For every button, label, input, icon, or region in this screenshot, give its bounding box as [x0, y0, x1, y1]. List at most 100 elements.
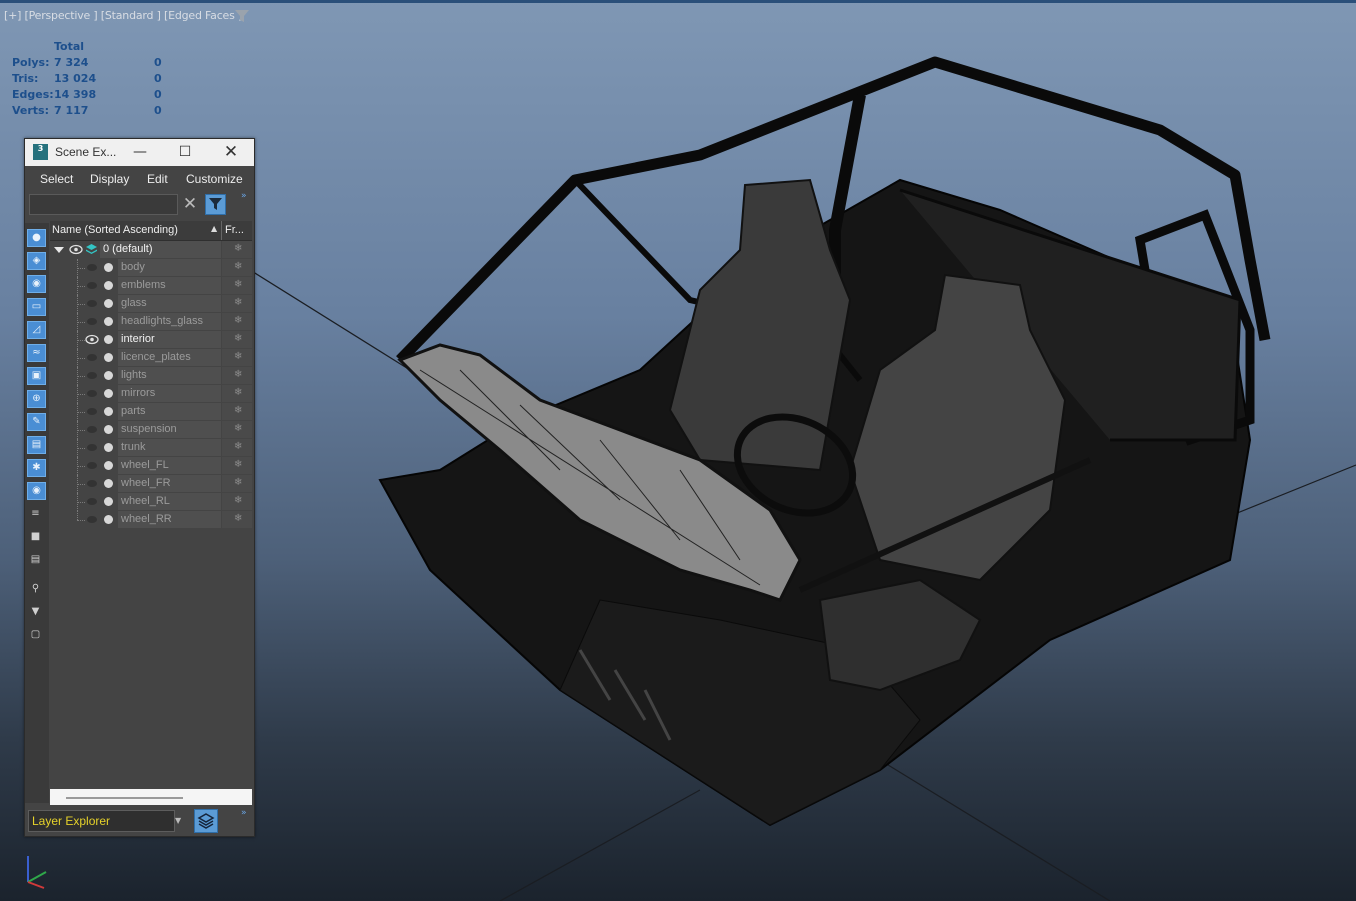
eye-hidden-icon[interactable] — [87, 282, 97, 289]
layer-row-licence_plates[interactable]: licence_plates ❄ — [50, 349, 252, 367]
selection-sets-icon[interactable]: ▢ — [27, 627, 46, 645]
toolbar-glyph: ✎ — [32, 416, 41, 427]
eye-icon[interactable] — [85, 334, 99, 345]
maximize-button[interactable]: ☐ — [165, 139, 205, 166]
layer-row-wheel_RR[interactable]: wheel_RR ❄ — [50, 511, 252, 529]
layer-row-body[interactable]: body ❄ — [50, 259, 252, 277]
freeze-icon[interactable]: ❄ — [234, 405, 242, 416]
horizontal-scrollbar[interactable] — [50, 789, 252, 805]
layer-row-headlights_glass[interactable]: headlights_glass ❄ — [50, 313, 252, 331]
freeze-icon[interactable]: ❄ — [234, 315, 242, 326]
eye-hidden-icon[interactable] — [87, 444, 97, 451]
geometry-filter-icon[interactable]: ● — [27, 229, 46, 247]
column-divider[interactable] — [221, 221, 222, 240]
layer-label: mirrors — [121, 387, 156, 399]
eye-hidden-icon[interactable] — [87, 480, 97, 487]
collapse-arrow-icon[interactable] — [54, 245, 64, 255]
scene-explorer-window[interactable]: 3 Scene Ex... — ☐ ✕ Select Display Edit … — [24, 138, 255, 837]
toolbar-glyph: ⊕ — [32, 393, 41, 404]
menu-display[interactable]: Display — [90, 172, 129, 186]
eye-hidden-icon[interactable] — [87, 462, 97, 469]
freeze-icon[interactable]: ❄ — [234, 261, 242, 272]
eye-hidden-icon[interactable] — [87, 516, 97, 523]
freeze-icon[interactable]: ❄ — [234, 333, 242, 344]
containers-filter-icon[interactable]: ▤ — [27, 436, 46, 454]
toolbar-glyph: ▼ — [31, 606, 40, 617]
eye-hidden-icon[interactable] — [87, 354, 97, 361]
eye-hidden-icon[interactable] — [87, 264, 97, 271]
bones-filter-icon[interactable]: ✎ — [27, 413, 46, 431]
expand-toolbar-icon[interactable]: » — [241, 191, 247, 201]
window-title: Scene Ex... — [55, 145, 117, 159]
freeze-icon[interactable]: ❄ — [234, 243, 242, 254]
viewport-label[interactable]: [+] [Perspective ] [Standard ] [Edged Fa… — [4, 9, 242, 22]
menu-edit[interactable]: Edit — [147, 172, 168, 186]
layer-row-trunk[interactable]: trunk ❄ — [50, 439, 252, 457]
object-dot-icon — [104, 299, 113, 308]
display-none-icon[interactable]: ■ — [27, 529, 46, 547]
freeze-icon[interactable]: ❄ — [234, 387, 242, 398]
column-name-header[interactable]: Name (Sorted Ascending) — [52, 224, 178, 236]
layer-tree[interactable]: Name (Sorted Ascending) ▲ Fr... 0 (defau… — [50, 221, 252, 805]
spacewarps-filter-icon[interactable]: ≈ — [27, 344, 46, 362]
window-title-bar[interactable]: 3 Scene Ex... — ☐ ✕ — [25, 139, 254, 166]
filter-settings-icon[interactable]: ⚲ — [27, 581, 46, 599]
layer-row-parts[interactable]: parts ❄ — [50, 403, 252, 421]
layer-root-row[interactable]: 0 (default) ❄ — [50, 241, 252, 259]
column-freeze-header[interactable]: Fr... — [225, 224, 244, 236]
layer-row-wheel_FL[interactable]: wheel_FL ❄ — [50, 457, 252, 475]
eye-hidden-icon[interactable] — [87, 426, 97, 433]
eye-hidden-icon[interactable] — [87, 390, 97, 397]
freeze-icon[interactable]: ❄ — [234, 279, 242, 290]
layer-row-suspension[interactable]: suspension ❄ — [50, 421, 252, 439]
minimize-button[interactable]: — — [120, 139, 160, 166]
scrollbar-thumb[interactable] — [66, 797, 183, 799]
explorer-mode-dropdown[interactable]: Layer Explorer — [28, 810, 175, 832]
clear-search-icon[interactable]: ✕ — [182, 195, 198, 213]
display-all-icon[interactable]: ≡ — [27, 506, 46, 524]
find-filter-button[interactable] — [205, 194, 226, 215]
expand-toolbar-icon[interactable]: » — [241, 808, 247, 818]
freeze-icon[interactable]: ❄ — [234, 513, 242, 524]
freeze-icon[interactable]: ❄ — [234, 423, 242, 434]
viewport-filter-icon[interactable] — [234, 9, 250, 23]
menu-customize[interactable]: Customize — [186, 172, 243, 186]
object-dot-icon — [104, 515, 113, 524]
layer-row-lights[interactable]: lights ❄ — [50, 367, 252, 385]
freeze-icon[interactable]: ❄ — [234, 297, 242, 308]
freeze-icon[interactable]: ❄ — [234, 351, 242, 362]
freeze-icon[interactable]: ❄ — [234, 495, 242, 506]
xrefs-filter-icon[interactable]: ⊕ — [27, 390, 46, 408]
groups-filter-icon[interactable]: ▣ — [27, 367, 46, 385]
eye-hidden-icon[interactable] — [87, 318, 97, 325]
eye-hidden-icon[interactable] — [87, 372, 97, 379]
filter-icon[interactable]: ▼ — [27, 604, 46, 622]
eye-hidden-icon[interactable] — [87, 498, 97, 505]
cameras-filter-icon[interactable]: ▭ — [27, 298, 46, 316]
hidden-filter-icon[interactable]: ◉ — [27, 482, 46, 500]
lights-filter-icon[interactable]: ◉ — [27, 275, 46, 293]
eye-hidden-icon[interactable] — [87, 300, 97, 307]
frozen-filter-icon[interactable]: ✱ — [27, 459, 46, 477]
eye-hidden-icon[interactable] — [87, 408, 97, 415]
layer-label: body — [121, 261, 145, 273]
freeze-icon[interactable]: ❄ — [234, 369, 242, 380]
freeze-icon[interactable]: ❄ — [234, 477, 242, 488]
layer-mode-button[interactable] — [194, 809, 218, 833]
eye-icon[interactable] — [69, 244, 83, 255]
chevron-down-icon[interactable]: ▼ — [175, 816, 181, 825]
helpers-filter-icon[interactable]: ◿ — [27, 321, 46, 339]
menu-select[interactable]: Select — [40, 172, 73, 186]
invert-display-icon[interactable]: ▤ — [27, 552, 46, 570]
freeze-icon[interactable]: ❄ — [234, 441, 242, 452]
layer-row-mirrors[interactable]: mirrors ❄ — [50, 385, 252, 403]
layer-row-emblems[interactable]: emblems ❄ — [50, 277, 252, 295]
layer-row-wheel_RL[interactable]: wheel_RL ❄ — [50, 493, 252, 511]
layer-row-glass[interactable]: glass ❄ — [50, 295, 252, 313]
search-input[interactable] — [29, 194, 178, 215]
close-button[interactable]: ✕ — [211, 139, 251, 166]
layer-row-interior[interactable]: interior ❄ — [50, 331, 252, 349]
freeze-icon[interactable]: ❄ — [234, 459, 242, 470]
shapes-filter-icon[interactable]: ◈ — [27, 252, 46, 270]
layer-row-wheel_FR[interactable]: wheel_FR ❄ — [50, 475, 252, 493]
